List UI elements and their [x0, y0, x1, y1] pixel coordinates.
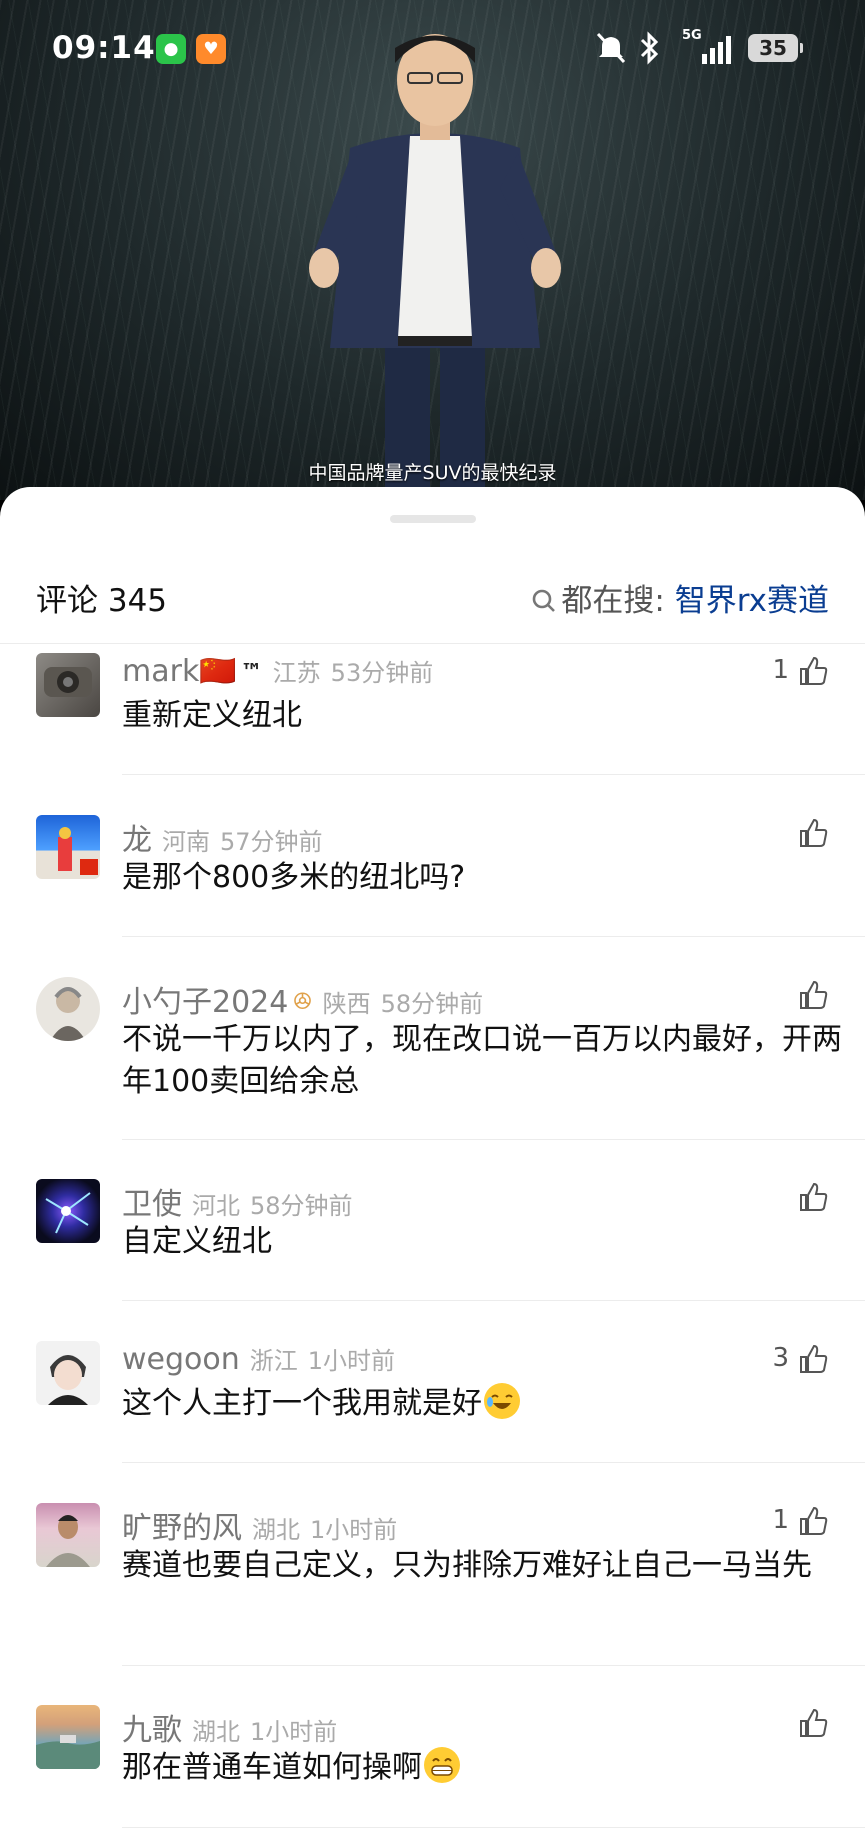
comment-username[interactable]: wegoon 浙江 1小时前: [122, 1341, 395, 1377]
laugh-cry-emoji-icon: [484, 1383, 520, 1419]
thumbs-up-icon: [800, 980, 828, 1009]
thumbs-up-icon: [800, 1182, 828, 1211]
status-time: 09:14: [52, 30, 156, 66]
battery-icon: 35: [748, 34, 803, 62]
comment-location: 浙江: [249, 1347, 298, 1375]
wechat-icon: ●: [156, 34, 186, 64]
comment-username[interactable]: 卫使 河北 58分钟前: [122, 1179, 353, 1223]
status-bar: 09:14 ● ♥ 5G 35: [0, 22, 865, 78]
comment-time: 1小时前: [310, 1516, 398, 1544]
comment-time: 58分钟前: [250, 1192, 353, 1220]
comment-username[interactable]: 旷野的风 湖北 1小时前: [122, 1503, 397, 1547]
avatar[interactable]: [36, 1503, 100, 1567]
like-button[interactable]: [739, 817, 829, 851]
row-divider: [122, 936, 865, 937]
avatar[interactable]: [36, 977, 100, 1041]
trademark-badge: ™: [240, 660, 263, 685]
comment-location: 河南: [162, 828, 210, 856]
avatar[interactable]: [36, 1341, 100, 1405]
comment-username[interactable]: 九歌 湖北 1小时前: [122, 1705, 337, 1749]
row-divider: [122, 1462, 865, 1463]
comment-text: 这个人主打一个我用就是好: [122, 1383, 842, 1425]
comment-text: 那在普通车道如何操啊: [122, 1747, 842, 1789]
video-player[interactable]: 中国品牌量产SUV的最快纪录 09:14 ● ♥ 5G 35: [0, 0, 865, 500]
avatar[interactable]: [36, 653, 100, 717]
comment-time: 58分钟前: [380, 990, 484, 1018]
comment-time: 1小时前: [307, 1347, 396, 1375]
row-divider: [122, 1300, 865, 1301]
like-button[interactable]: [739, 1707, 829, 1741]
like-button[interactable]: 3: [739, 1343, 829, 1377]
grin-emoji-icon: [424, 1747, 460, 1783]
comment-location: 江苏: [272, 659, 321, 687]
comment-time: 53分钟前: [330, 659, 434, 687]
search-prefix: 都在搜:: [561, 583, 665, 619]
drag-handle[interactable]: [390, 515, 476, 523]
comment-text: 自定义纽北: [122, 1224, 272, 1259]
comment-location: 陕西: [322, 990, 371, 1018]
video-subtitle: 中国品牌量产SUV的最快纪录: [308, 462, 557, 484]
like-button[interactable]: [739, 979, 829, 1013]
comment-location: 湖北: [192, 1718, 240, 1746]
comment-text: 赛道也要自己定义，只为排除万难好让自己一马当先: [122, 1548, 812, 1583]
like-count: 1: [772, 1505, 789, 1535]
like-button[interactable]: 1: [739, 1505, 829, 1539]
comments-sheet: 评论 345 都在搜: 智界rx赛道 mark🇨🇳 ™ 江苏 53分钟前 重新定义纽北…: [0, 487, 865, 1835]
trending-search-link[interactable]: 都在搜: 智界rx赛道: [531, 575, 829, 620]
comment-text: 是那个800多米的纽北吗?: [122, 860, 466, 895]
comments-header: 评论 345 都在搜: 智界rx赛道: [0, 575, 865, 625]
speaker-figure: [309, 34, 561, 488]
comment-location: 湖北: [252, 1516, 300, 1544]
row-divider: [122, 774, 865, 775]
network-type: 5G: [682, 28, 702, 43]
comment-time: 1小时前: [250, 1718, 338, 1746]
avatar[interactable]: [36, 1705, 100, 1769]
avatar[interactable]: [36, 815, 100, 879]
thumbs-up-icon: [800, 656, 828, 685]
like-button[interactable]: 1: [739, 655, 829, 689]
row-divider: [122, 1827, 865, 1828]
thumbs-up-icon: [800, 1344, 828, 1373]
vip-badge: ꔮ: [292, 987, 313, 1017]
comment-time: 57分钟前: [220, 828, 323, 856]
signal-icon: [702, 36, 731, 64]
like-button[interactable]: [739, 1181, 829, 1215]
like-count: 1: [772, 655, 789, 685]
search-query[interactable]: 智界rx赛道: [675, 583, 829, 619]
thumbs-up-icon: [800, 818, 828, 847]
comments-count-title: 评论 345: [36, 583, 168, 619]
search-icon: [533, 589, 556, 612]
bluetooth-icon: [640, 31, 659, 65]
comment-username[interactable]: 小勺子2024 ꔮ 陕西 58分钟前: [122, 977, 483, 1021]
app-icon: ♥: [196, 34, 226, 64]
row-divider: [122, 1665, 865, 1666]
comment-location: 河北: [192, 1192, 240, 1220]
thumbs-up-icon: [800, 1708, 828, 1737]
thumbs-up-icon: [800, 1506, 828, 1535]
row-divider: [122, 1139, 865, 1140]
comment-username[interactable]: mark🇨🇳 ™ 江苏 53分钟前: [122, 653, 433, 689]
header-divider: [0, 643, 865, 644]
avatar[interactable]: [36, 1179, 100, 1243]
comment-text: 不说一千万以内了，现在改口说一百万以内最好，开两年100卖回给余总: [122, 1022, 842, 1099]
like-count: 3: [772, 1343, 789, 1373]
mute-icon: [596, 32, 626, 64]
comment-text: 重新定义纽北: [122, 698, 302, 733]
comment-username[interactable]: 龙河南 57分钟前: [122, 815, 323, 859]
